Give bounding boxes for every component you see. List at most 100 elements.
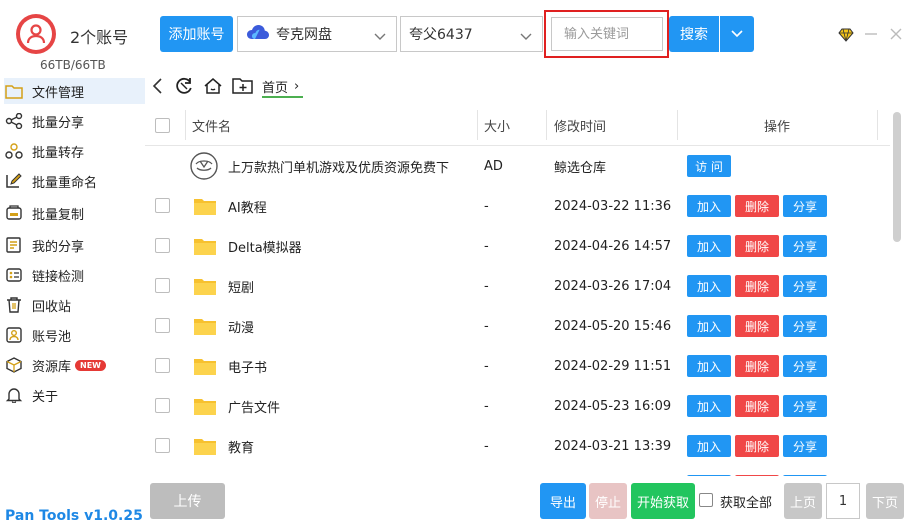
file-name[interactable]: Delta模拟器: [228, 226, 302, 266]
table-row-ad[interactable]: 上万款热门单机游戏及优质资源免费下 AD 鲸选仓库 访 问: [145, 146, 890, 186]
delete-button[interactable]: [735, 475, 779, 476]
row-checkbox[interactable]: [155, 238, 170, 253]
table-row[interactable]: 教育 - 2024-03-21 13:39 加入 删除 分享: [145, 426, 890, 466]
avatar[interactable]: [16, 14, 56, 54]
row-checkbox[interactable]: [155, 198, 170, 213]
share-button[interactable]: 分享: [783, 235, 827, 257]
user-select[interactable]: 夸父6437: [400, 16, 543, 52]
next-page-button[interactable]: 下页: [866, 483, 904, 519]
file-name[interactable]: AI教程: [228, 186, 267, 226]
search-options-button[interactable]: [720, 16, 754, 52]
share-icon: [4, 112, 24, 130]
sidebar-item-label: 批量复制: [32, 207, 85, 223]
file-name[interactable]: 教育: [228, 426, 254, 466]
breadcrumb-home[interactable]: 首页: [262, 77, 288, 96]
join-button[interactable]: 加入: [687, 395, 731, 417]
delete-button[interactable]: 删除: [735, 355, 779, 377]
share-button[interactable]: 分享: [783, 355, 827, 377]
minimize-icon[interactable]: [863, 26, 879, 42]
table-row[interactable]: 短剧 - 2024-03-26 17:04 加入 删除 分享: [145, 266, 890, 306]
scrollbar-thumb[interactable]: [893, 112, 901, 242]
start-fetch-button[interactable]: 开始获取: [631, 483, 695, 519]
refresh-icon[interactable]: [174, 76, 194, 100]
back-icon[interactable]: [151, 77, 165, 99]
join-button[interactable]: [687, 475, 731, 476]
share-button[interactable]: 分享: [783, 275, 827, 297]
delete-button[interactable]: 删除: [735, 315, 779, 337]
upload-button[interactable]: 上传: [150, 483, 225, 519]
sidebar-item-recycle-bin[interactable]: 回收站: [4, 292, 145, 318]
sidebar-item-batch-copy[interactable]: 批量复制: [4, 200, 145, 226]
sidebar-item-batch-rename[interactable]: 批量重命名: [4, 168, 145, 194]
delete-button[interactable]: 删除: [735, 275, 779, 297]
file-name[interactable]: 短剧: [228, 266, 254, 306]
table-row[interactable]: 动漫 - 2024-05-20 15:46 加入 删除 分享: [145, 306, 890, 346]
share-button[interactable]: 分享: [783, 435, 827, 457]
share-button[interactable]: 分享: [783, 395, 827, 417]
table-row[interactable]: [145, 466, 890, 476]
search-input[interactable]: [551, 17, 663, 51]
share-button[interactable]: 分享: [783, 195, 827, 217]
search-button[interactable]: 搜索: [669, 16, 719, 52]
column-header-size[interactable]: 大小: [484, 104, 510, 146]
ad-title[interactable]: 上万款热门单机游戏及优质资源免费下: [228, 146, 478, 186]
drive-select[interactable]: 夸克网盘: [237, 16, 397, 52]
sidebar-item-batch-transfer[interactable]: 批量转存: [4, 138, 145, 164]
join-button[interactable]: 加入: [687, 235, 731, 257]
join-button[interactable]: 加入: [687, 355, 731, 377]
table-row[interactable]: 电子书 - 2024-02-29 11:51 加入 删除 分享: [145, 346, 890, 386]
export-button[interactable]: 导出: [540, 483, 586, 519]
sidebar-item-file-manage[interactable]: 文件管理: [4, 78, 145, 104]
row-checkbox[interactable]: [155, 318, 170, 333]
visit-button[interactable]: 访 问: [687, 155, 731, 177]
delete-button[interactable]: 删除: [735, 195, 779, 217]
table-row[interactable]: AI教程 - 2024-03-22 11:36 加入 删除 分享: [145, 186, 890, 226]
row-checkbox[interactable]: [155, 438, 170, 453]
column-header-name[interactable]: 文件名: [192, 104, 231, 146]
chevron-down-icon: [731, 27, 743, 42]
account-pool-icon: [4, 326, 24, 344]
fetch-all-checkbox[interactable]: [699, 493, 713, 507]
sidebar-item-my-share[interactable]: 我的分享: [4, 232, 145, 258]
folder-icon: [193, 356, 217, 380]
folder-icon: [4, 82, 24, 100]
table-row[interactable]: 广告文件 - 2024-05-23 16:09 加入 删除 分享: [145, 386, 890, 426]
column-header-modified[interactable]: 修改时间: [554, 104, 606, 146]
row-checkbox[interactable]: [155, 358, 170, 373]
table-row[interactable]: Delta模拟器 - 2024-04-26 14:57 加入 删除 分享: [145, 226, 890, 266]
share-button[interactable]: [783, 475, 827, 476]
prev-page-button[interactable]: 上页: [784, 483, 822, 519]
select-all-checkbox[interactable]: [155, 118, 170, 133]
sidebar-item-link-check[interactable]: 链接检测: [4, 262, 145, 288]
join-button[interactable]: 加入: [687, 435, 731, 457]
delete-button[interactable]: 删除: [735, 235, 779, 257]
add-account-button[interactable]: 添加账号: [160, 16, 233, 52]
share-button[interactable]: 分享: [783, 315, 827, 337]
file-size: -: [484, 438, 489, 454]
file-name[interactable]: 广告文件: [228, 386, 280, 426]
delete-button[interactable]: 删除: [735, 395, 779, 417]
file-name[interactable]: 电子书: [228, 346, 267, 386]
breadcrumb[interactable]: 首页 ›: [262, 76, 304, 98]
library-icon: [4, 356, 24, 374]
delete-button[interactable]: 删除: [735, 435, 779, 457]
row-checkbox[interactable]: [155, 398, 170, 413]
join-button[interactable]: 加入: [687, 275, 731, 297]
join-button[interactable]: 加入: [687, 195, 731, 217]
column-divider: [546, 110, 547, 140]
sidebar-item-about[interactable]: 关于: [4, 382, 145, 408]
stop-button[interactable]: 停止: [589, 483, 627, 519]
close-icon[interactable]: [888, 26, 904, 42]
gem-icon[interactable]: [838, 28, 854, 46]
page-number-input[interactable]: [826, 483, 860, 519]
row-checkbox[interactable]: [155, 278, 170, 293]
sidebar-item-account-pool[interactable]: 账号池: [4, 322, 145, 348]
sidebar-item-library[interactable]: 资源库 NEW: [4, 352, 145, 378]
sidebar-item-batch-share[interactable]: 批量分享: [4, 108, 145, 134]
join-button[interactable]: 加入: [687, 315, 731, 337]
new-folder-icon[interactable]: [232, 77, 254, 99]
drive-select-value: 夸克网盘: [276, 27, 332, 43]
file-name[interactable]: 动漫: [228, 306, 254, 346]
home-icon[interactable]: [203, 76, 223, 100]
user-icon: [20, 18, 52, 50]
